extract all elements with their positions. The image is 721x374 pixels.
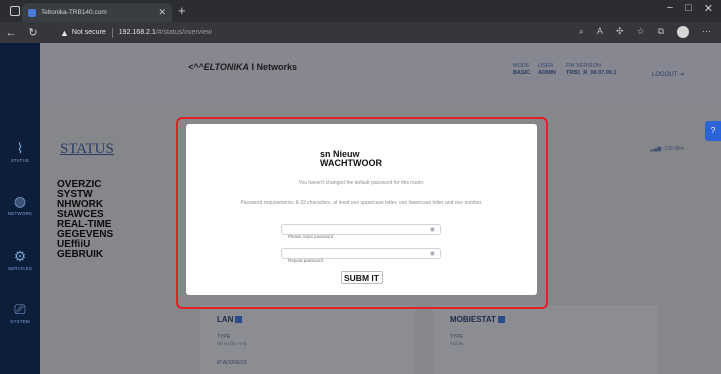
lan-type-label: TYPE: [217, 334, 231, 340]
password-requirements: Password requirements: 8-32 characters, …: [240, 200, 483, 206]
status-menu: OVERZIC SYSTW NHWORK StAWCES REAL-TIME G…: [57, 180, 113, 260]
modal-message: You haven't changed the default password…: [298, 180, 425, 186]
submit-button[interactable]: SUBM IT: [341, 271, 383, 284]
new-password-field: ◉: [281, 224, 441, 241]
system-icon: ⎚: [14, 301, 26, 317]
reload-icon[interactable]: ↻: [22, 26, 44, 39]
gear-icon: ⚙: [13, 248, 27, 264]
mode-label: MODE: [513, 63, 530, 69]
more-icon[interactable]: ⋯: [702, 26, 711, 38]
password-modal: sn Nieuw WACHTWOOR You haven't changed t…: [186, 124, 537, 295]
repeat-password-field: ◉: [281, 248, 441, 265]
extensions-icon[interactable]: ✣: [616, 26, 624, 38]
user-label: USER: [538, 63, 554, 69]
show-password-icon[interactable]: ◉: [430, 226, 435, 233]
globe-icon: ◍: [13, 193, 27, 209]
page-header: <^^ELTONIKA I Networks MODE BASIC USER A…: [40, 43, 721, 105]
lan-title: LAN: [217, 315, 234, 324]
browser-titlebar: Teltonika-TRB140.com ✕ + − □ ✕: [0, 0, 721, 22]
sidebar-item-services[interactable]: ⚙ SERVICES: [0, 248, 40, 271]
tab-favicon-icon: [28, 8, 36, 17]
help-button[interactable]: ?: [705, 121, 721, 141]
sidebar: ⌇ STATUS ◍ NETWORK ⚙ SERVICES ⎚ SYSTEM: [0, 43, 40, 374]
logo-brand: <^^ELTONIKA: [188, 62, 249, 72]
sidebar-item-system[interactable]: ⎚ SYSTEM: [0, 301, 40, 324]
fw-value: TRB1_R_00.07.00.1: [566, 70, 617, 76]
page-title: STATUS: [60, 141, 114, 157]
minimize-icon[interactable]: −: [667, 2, 673, 15]
logout-button[interactable]: LOGOUT ⇥: [652, 71, 684, 78]
mode-value[interactable]: BASIC: [513, 70, 530, 76]
read-aloud-icon[interactable]: A: [597, 26, 603, 38]
show-repeat-password-icon[interactable]: ◉: [430, 250, 435, 257]
help-icon: ?: [710, 126, 716, 135]
not-secure-label: Not secure: [71, 29, 106, 36]
url-host: 192.168.2.1: [118, 29, 156, 36]
new-tab-icon[interactable]: +: [178, 3, 186, 18]
lan-card-title: LAN: [217, 315, 243, 324]
fw-label: FW VERSION: [566, 63, 601, 69]
window-controls: − □ ✕: [667, 2, 713, 15]
collections-icon[interactable]: ⧉: [658, 26, 664, 38]
lan-type-value: Wired (Ex-Ant): [217, 341, 247, 346]
mobile-badge-icon: [497, 316, 505, 324]
new-password-input[interactable]: [282, 232, 422, 241]
signal-strength: ▂▄▆ -100 dBm: [650, 146, 684, 152]
sidebar-item-label: SYSTEM: [10, 319, 30, 324]
brand-logo[interactable]: <^^ELTONIKA I Networks: [188, 62, 297, 72]
sidebar-item-label: NETWORK: [7, 211, 33, 216]
modal-title: sn Nieuw WACHTWOOR: [320, 150, 382, 168]
mobile-title: MOBIESTAT: [450, 315, 496, 324]
warning-icon: ▲: [60, 27, 69, 38]
menu-item-usage[interactable]: GEBRUIK: [57, 250, 113, 260]
profile-avatar[interactable]: [677, 26, 689, 38]
close-window-icon[interactable]: ✕: [704, 2, 713, 15]
address-bar: ← ↻ ▲ Not secure 192.168.2.1 /#/status/o…: [0, 22, 721, 43]
url-field[interactable]: ▲ Not secure 192.168.2.1 /#/status/overv…: [60, 25, 580, 40]
mobile-card-title: MOBIESTAT: [450, 315, 505, 324]
sidebar-item-network[interactable]: ◍ NETWORK: [0, 193, 40, 216]
logo-rest: I Networks: [248, 62, 297, 72]
back-icon[interactable]: ←: [0, 27, 22, 39]
window-menu-icon[interactable]: [10, 6, 20, 16]
zoom-icon[interactable]: ⌕: [579, 26, 584, 38]
lan-badge-icon: [235, 316, 243, 324]
url-divider: [111, 27, 113, 38]
browser-toolbar: ⌕ A ✣ ☆ ⧉ ⋯: [579, 26, 711, 38]
lan-ip-label: IP ADDRESS: [217, 360, 247, 366]
sidebar-item-label: SERVICES: [7, 266, 33, 271]
repeat-password-input[interactable]: [282, 256, 422, 265]
tab-close-icon[interactable]: ✕: [158, 7, 166, 18]
mobile-type-value: Mobile: [450, 341, 464, 346]
favorites-icon[interactable]: ☆: [636, 26, 644, 38]
logout-label: LOGOUT: [652, 72, 678, 78]
signal-icon: ▂▄▆: [650, 146, 662, 152]
pulse-icon: ⌇: [16, 140, 24, 156]
sidebar-item-status[interactable]: ⌇ STATUS: [0, 140, 40, 163]
sidebar-item-label: STATUS: [10, 158, 30, 163]
mobile-type-label: TYPE: [450, 334, 464, 340]
browser-window: Teltonika-TRB140.com ✕ + − □ ✕ ← ↻ ▲ Not…: [0, 0, 721, 374]
user-info: USER ADMIN: [538, 63, 556, 76]
signal-value: -100 dBm: [662, 146, 685, 152]
browser-tab[interactable]: Teltonika-TRB140.com ✕: [22, 3, 172, 22]
tab-title: Teltonika-TRB140.com: [41, 9, 107, 16]
maximize-icon[interactable]: □: [685, 2, 692, 15]
firmware-info: FW VERSION TRB1_R_00.07.00.1: [566, 63, 616, 76]
user-value: ADMIN: [538, 70, 557, 76]
url-path: /#/status/overview: [155, 29, 212, 36]
mode-info: MODE BASIC: [513, 63, 530, 76]
